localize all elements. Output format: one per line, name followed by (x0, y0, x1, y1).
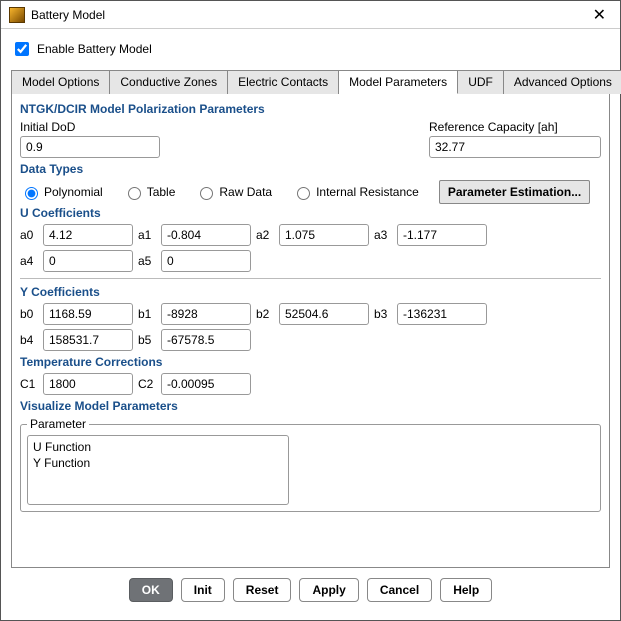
b3-input[interactable] (397, 303, 487, 325)
heading-u-coeffs: U Coefficients (20, 206, 601, 220)
ref-capacity-input[interactable] (429, 136, 601, 158)
heading-temp-corr: Temperature Corrections (20, 355, 601, 369)
ok-button[interactable]: OK (129, 578, 173, 602)
visualize-listbox[interactable]: U Function Y Function (27, 435, 289, 505)
separator (20, 278, 601, 279)
list-item[interactable]: U Function (33, 439, 283, 455)
tab-model-parameters[interactable]: Model Parameters (339, 70, 458, 94)
c1-label: C1 (20, 377, 38, 391)
a2-input[interactable] (279, 224, 369, 246)
tab-model-options[interactable]: Model Options (11, 70, 110, 94)
tab-bar: Model Options Conductive Zones Electric … (11, 69, 610, 94)
initial-dod-label: Initial DoD (20, 120, 160, 134)
enable-battery-model-checkbox[interactable]: Enable Battery Model (11, 39, 610, 59)
a1-input[interactable] (161, 224, 251, 246)
titlebar: Battery Model ✕ (1, 1, 620, 29)
radio-table[interactable]: Table (123, 184, 176, 200)
b2-label: b2 (256, 307, 274, 321)
model-parameters-panel: NTGK/DCIR Model Polarization Parameters … (11, 94, 610, 568)
b5-label: b5 (138, 333, 156, 347)
a2-label: a2 (256, 228, 274, 242)
b1-label: b1 (138, 307, 156, 321)
reset-button[interactable]: Reset (233, 578, 292, 602)
c2-input[interactable] (161, 373, 251, 395)
visualize-legend: Parameter (27, 417, 89, 431)
a1-label: a1 (138, 228, 156, 242)
b0-label: b0 (20, 307, 38, 321)
ref-capacity-label: Reference Capacity [ah] (429, 120, 601, 134)
radio-internal-resistance[interactable]: Internal Resistance (292, 184, 419, 200)
c1-input[interactable] (43, 373, 133, 395)
a5-label: a5 (138, 254, 156, 268)
radio-polynomial[interactable]: Polynomial (20, 184, 103, 200)
init-button[interactable]: Init (181, 578, 225, 602)
tab-advanced-options[interactable]: Advanced Options (504, 70, 621, 94)
b5-input[interactable] (161, 329, 251, 351)
a0-label: a0 (20, 228, 38, 242)
heading-polarization: NTGK/DCIR Model Polarization Parameters (20, 102, 601, 116)
enable-checkbox-input[interactable] (15, 42, 29, 56)
cancel-button[interactable]: Cancel (367, 578, 432, 602)
b4-input[interactable] (43, 329, 133, 351)
c2-label: C2 (138, 377, 156, 391)
tab-conductive-zones[interactable]: Conductive Zones (110, 70, 228, 94)
a4-label: a4 (20, 254, 38, 268)
initial-dod-input[interactable] (20, 136, 160, 158)
a4-input[interactable] (43, 250, 133, 272)
a5-input[interactable] (161, 250, 251, 272)
close-icon[interactable]: ✕ (587, 3, 612, 27)
button-bar: OK Init Reset Apply Cancel Help (11, 568, 610, 614)
enable-checkbox-label: Enable Battery Model (37, 42, 152, 56)
tab-udf[interactable]: UDF (458, 70, 504, 94)
apply-button[interactable]: Apply (299, 578, 358, 602)
help-button[interactable]: Help (440, 578, 492, 602)
window-title: Battery Model (31, 8, 105, 22)
heading-y-coeffs: Y Coefficients (20, 285, 601, 299)
a3-label: a3 (374, 228, 392, 242)
b1-input[interactable] (161, 303, 251, 325)
b2-input[interactable] (279, 303, 369, 325)
app-icon (9, 7, 25, 23)
b0-input[interactable] (43, 303, 133, 325)
parameter-estimation-button[interactable]: Parameter Estimation... (439, 180, 590, 204)
heading-visualize: Visualize Model Parameters (20, 399, 601, 413)
radio-raw-data[interactable]: Raw Data (195, 184, 272, 200)
a0-input[interactable] (43, 224, 133, 246)
tab-electric-contacts[interactable]: Electric Contacts (228, 70, 339, 94)
a3-input[interactable] (397, 224, 487, 246)
visualize-fieldset: Parameter U Function Y Function (20, 417, 601, 512)
heading-data-types: Data Types (20, 162, 601, 176)
battery-model-window: Battery Model ✕ Enable Battery Model Mod… (0, 0, 621, 621)
list-item[interactable]: Y Function (33, 455, 283, 471)
b4-label: b4 (20, 333, 38, 347)
b3-label: b3 (374, 307, 392, 321)
